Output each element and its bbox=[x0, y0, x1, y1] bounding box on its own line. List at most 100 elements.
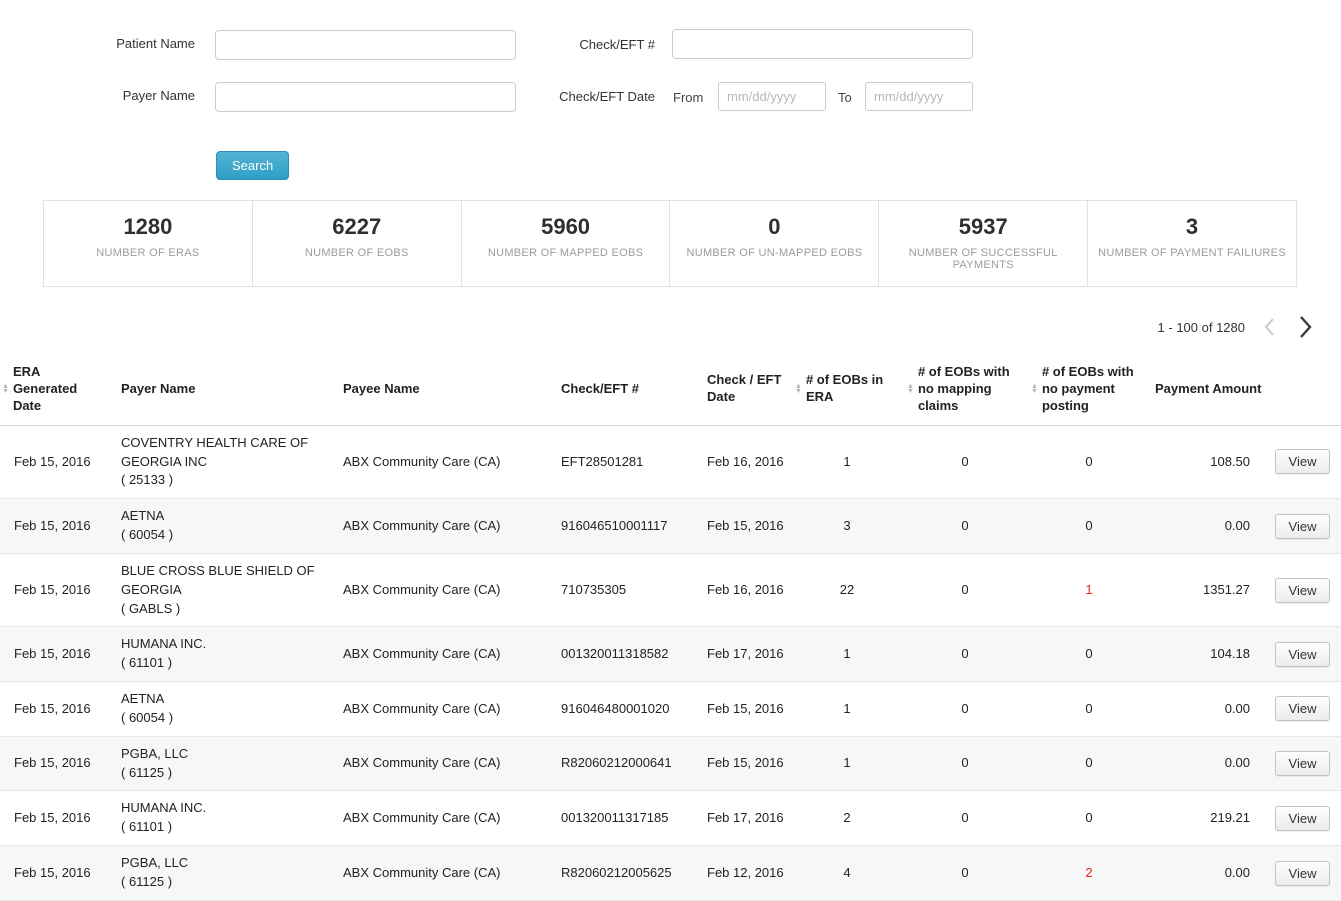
cell-eobs-no-mapping: 0 bbox=[903, 627, 1027, 682]
view-button[interactable]: View bbox=[1275, 696, 1331, 721]
column-header[interactable]: ▲▼# of EOBs with no mapping claims bbox=[903, 354, 1027, 425]
sort-icon[interactable]: ▲▼ bbox=[2, 384, 9, 395]
stat-cell: 5960 NUMBER OF MAPPED EOBS bbox=[462, 201, 671, 286]
cell-check-eft-date: Feb 16, 2016 bbox=[691, 553, 791, 627]
cell-payment-amount: 108.50 bbox=[1151, 425, 1272, 499]
pagination-range-text: 1 - 100 of 1280 bbox=[1158, 320, 1245, 335]
date-to-input[interactable] bbox=[865, 82, 973, 111]
view-button[interactable]: View bbox=[1275, 806, 1331, 831]
cell-payer-name: PGBA, LLC( 61125 ) bbox=[105, 736, 327, 791]
cell-payer-name: HUMANA INC.( 61101 ) bbox=[105, 627, 327, 682]
cell-check-eft-date: Feb 17, 2016 bbox=[691, 791, 791, 846]
stat-cell: 0 NUMBER OF UN-MAPPED EOBS bbox=[670, 201, 879, 286]
cell-eobs-no-posting: 0 bbox=[1027, 736, 1151, 791]
patient-name-input[interactable] bbox=[215, 30, 516, 60]
column-header-label: Payee Name bbox=[343, 381, 420, 398]
payer-code: ( 61101 ) bbox=[121, 654, 323, 673]
cell-payee-name: ABX Community Care (CA) bbox=[327, 791, 545, 846]
payer-name-input[interactable] bbox=[215, 82, 516, 112]
cell-payer-name: AETNA( 60054 ) bbox=[105, 499, 327, 554]
cell-eobs-no-mapping: 0 bbox=[903, 682, 1027, 737]
cell-eobs-no-mapping: 0 bbox=[903, 425, 1027, 499]
cell-payee-name: ABX Community Care (CA) bbox=[327, 627, 545, 682]
table-row: Feb 15, 2016 AETNA( 60054 ) ABX Communit… bbox=[0, 682, 1341, 737]
payer-code: ( 60054 ) bbox=[121, 709, 323, 728]
cell-eobs-no-mapping: 0 bbox=[903, 846, 1027, 901]
column-header: Payer Name bbox=[105, 354, 327, 425]
cell-payee-name: ABX Community Care (CA) bbox=[327, 846, 545, 901]
cell-check-eft-number: 001320011318582 bbox=[545, 627, 691, 682]
view-button[interactable]: View bbox=[1275, 514, 1331, 539]
column-header-label: Payer Name bbox=[121, 381, 195, 398]
stat-label: NUMBER OF UN-MAPPED EOBS bbox=[676, 247, 872, 259]
table-row: Feb 15, 2016 COVENTRY HEALTH CARE OF GEO… bbox=[0, 425, 1341, 499]
cell-era-generated-date: Feb 15, 2016 bbox=[0, 499, 105, 554]
view-button[interactable]: View bbox=[1275, 449, 1331, 474]
era-table: ▲▼ ERA Generated Date Payer Name Payee Na… bbox=[0, 354, 1341, 901]
cell-check-eft-number: 916046480001020 bbox=[545, 682, 691, 737]
cell-payee-name: ABX Community Care (CA) bbox=[327, 553, 545, 627]
check-eft-number-label: Check/EFT # bbox=[520, 37, 655, 52]
cell-eobs-no-posting: 2 bbox=[1027, 846, 1151, 901]
date-from-input[interactable] bbox=[718, 82, 826, 111]
search-button[interactable]: Search bbox=[216, 151, 289, 180]
cell-check-eft-number: 001320011317185 bbox=[545, 791, 691, 846]
cell-payee-name: ABX Community Care (CA) bbox=[327, 682, 545, 737]
cell-payer-name: COVENTRY HEALTH CARE OF GEORGIA INC( 251… bbox=[105, 425, 327, 499]
cell-eobs-in-era: 1 bbox=[791, 627, 903, 682]
cell-eobs-in-era: 4 bbox=[791, 846, 903, 901]
stat-cell: 3 NUMBER OF PAYMENT FAILIURES bbox=[1088, 201, 1296, 286]
cell-payer-name: HUMANA INC.( 61101 ) bbox=[105, 791, 327, 846]
cell-check-eft-date: Feb 15, 2016 bbox=[691, 736, 791, 791]
view-button[interactable]: View bbox=[1275, 578, 1331, 603]
payer-code: ( 60054 ) bbox=[121, 526, 323, 545]
stat-value: 5960 bbox=[468, 214, 664, 240]
cell-era-generated-date: Feb 15, 2016 bbox=[0, 791, 105, 846]
stat-cell: 1280 NUMBER OF ERAS bbox=[44, 201, 253, 286]
cell-eobs-no-posting: 0 bbox=[1027, 791, 1151, 846]
check-eft-number-input[interactable] bbox=[672, 29, 973, 59]
column-header[interactable]: ▲▼# of EOBs in ERA bbox=[791, 354, 903, 425]
column-header: Check/EFT # bbox=[545, 354, 691, 425]
chevron-left-icon[interactable] bbox=[1261, 316, 1279, 338]
view-button[interactable]: View bbox=[1275, 861, 1331, 886]
cell-payer-name: BLUE CROSS BLUE SHIELD OF GEORGIA( GABLS… bbox=[105, 553, 327, 627]
cell-check-eft-date: Feb 16, 2016 bbox=[691, 425, 791, 499]
cell-payee-name: ABX Community Care (CA) bbox=[327, 499, 545, 554]
table-row: Feb 15, 2016 BLUE CROSS BLUE SHIELD OF G… bbox=[0, 553, 1341, 627]
cell-check-eft-date: Feb 12, 2016 bbox=[691, 846, 791, 901]
cell-era-generated-date: Feb 15, 2016 bbox=[0, 736, 105, 791]
cell-payee-name: ABX Community Care (CA) bbox=[327, 425, 545, 499]
stat-value: 6227 bbox=[259, 214, 455, 240]
cell-payment-amount: 1351.27 bbox=[1151, 553, 1272, 627]
sort-icon[interactable]: ▲▼ bbox=[795, 384, 802, 395]
sort-icon[interactable]: ▲▼ bbox=[1031, 384, 1038, 395]
stat-label: NUMBER OF ERAS bbox=[50, 247, 246, 259]
cell-eobs-no-posting: 0 bbox=[1027, 627, 1151, 682]
column-header[interactable]: ▲▼ ERA Generated Date bbox=[0, 354, 105, 425]
cell-payment-amount: 0.00 bbox=[1151, 682, 1272, 737]
column-header[interactable]: ▲▼# of EOBs with no payment posting bbox=[1027, 354, 1151, 425]
column-header: Payee Name bbox=[327, 354, 545, 425]
cell-era-generated-date: Feb 15, 2016 bbox=[0, 627, 105, 682]
stat-value: 1280 bbox=[50, 214, 246, 240]
cell-eobs-in-era: 2 bbox=[791, 791, 903, 846]
cell-payment-amount: 104.18 bbox=[1151, 627, 1272, 682]
cell-eobs-no-posting: 1 bbox=[1027, 553, 1151, 627]
payer-name-label: Payer Name bbox=[60, 88, 195, 103]
cell-eobs-in-era: 1 bbox=[791, 736, 903, 791]
view-button[interactable]: View bbox=[1275, 751, 1331, 776]
table-row: Feb 15, 2016 PGBA, LLC( 61125 ) ABX Comm… bbox=[0, 846, 1341, 901]
view-button[interactable]: View bbox=[1275, 642, 1331, 667]
cell-check-eft-number: EFT28501281 bbox=[545, 425, 691, 499]
cell-era-generated-date: Feb 15, 2016 bbox=[0, 682, 105, 737]
column-header-label: ERA Generated Date bbox=[13, 364, 101, 415]
cell-eobs-no-mapping: 0 bbox=[903, 736, 1027, 791]
chevron-right-icon[interactable] bbox=[1295, 314, 1315, 340]
column-header: Check / EFT Date bbox=[691, 354, 791, 425]
sort-icon[interactable]: ▲▼ bbox=[907, 384, 914, 395]
cell-eobs-no-posting: 0 bbox=[1027, 682, 1151, 737]
cell-check-eft-date: Feb 17, 2016 bbox=[691, 627, 791, 682]
payer-code: ( 25133 ) bbox=[121, 471, 323, 490]
cell-payer-name: PGBA, LLC( 61125 ) bbox=[105, 846, 327, 901]
